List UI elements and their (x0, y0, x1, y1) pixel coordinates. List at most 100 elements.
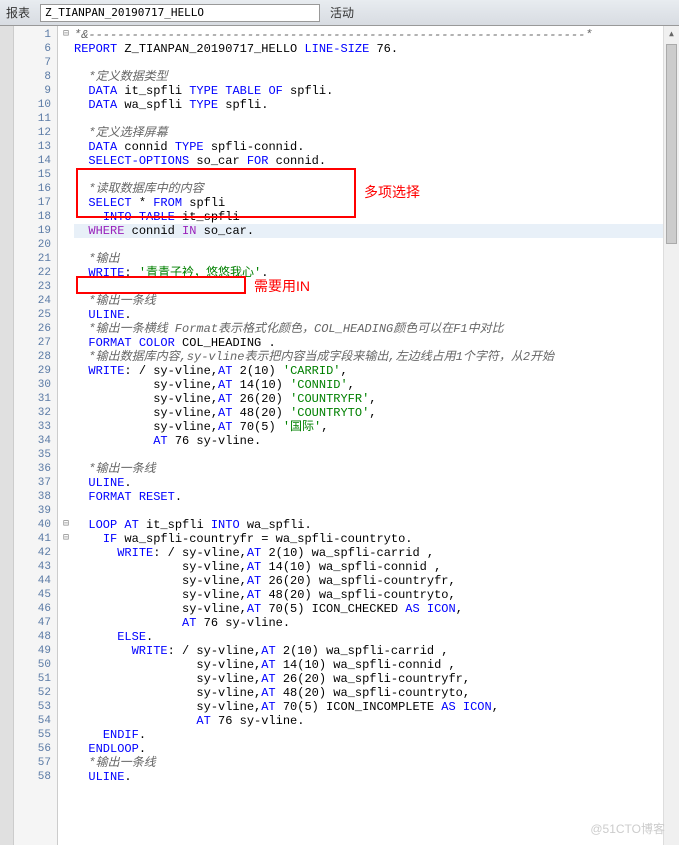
code-line[interactable]: ULINE. (74, 308, 679, 322)
code-line[interactable]: WHERE connid IN so_car. (74, 224, 679, 238)
fold-toggle[interactable]: ⊟ (58, 532, 74, 546)
code-line[interactable] (74, 280, 679, 294)
line-number: 56 (14, 742, 57, 756)
code-line[interactable] (74, 56, 679, 70)
code-line[interactable]: sy-vline,AT 70(5) ICON_INCOMPLETE AS ICO… (74, 700, 679, 714)
code-line[interactable]: sy-vline,AT 26(20) wa_spfli-countryfr, (74, 672, 679, 686)
code-line[interactable] (74, 168, 679, 182)
line-number: 7 (14, 56, 57, 70)
line-number: 44 (14, 574, 57, 588)
scroll-thumb[interactable] (666, 44, 677, 244)
fold-toggle (58, 140, 74, 154)
code-line[interactable]: SELECT-OPTIONS so_car FOR connid. (74, 154, 679, 168)
code-line[interactable]: ULINE. (74, 770, 679, 784)
code-line[interactable]: AT 76 sy-vline. (74, 616, 679, 630)
line-number: 45 (14, 588, 57, 602)
marker-gutter (0, 26, 14, 845)
code-line[interactable]: DATA it_spfli TYPE TABLE OF spfli. (74, 84, 679, 98)
code-line[interactable]: *输出一条线 (74, 462, 679, 476)
line-number: 51 (14, 672, 57, 686)
code-line[interactable] (74, 504, 679, 518)
code-line[interactable]: sy-vline,AT 48(20) wa_spfli-countryto, (74, 588, 679, 602)
code-line[interactable]: LOOP AT it_spfli INTO wa_spfli. (74, 518, 679, 532)
line-number: 6 (14, 42, 57, 56)
code-line[interactable]: DATA connid TYPE spfli-connid. (74, 140, 679, 154)
code-line[interactable]: sy-vline,AT 14(10) wa_spfli-connid , (74, 560, 679, 574)
line-number: 47 (14, 616, 57, 630)
fold-toggle (58, 476, 74, 490)
line-number: 41 (14, 532, 57, 546)
code-line[interactable]: *输出 (74, 252, 679, 266)
fold-toggle (58, 742, 74, 756)
code-line[interactable]: *输出一条横线 Format表示格式化颜色，COL_HEADING颜色可以在F1… (74, 322, 679, 336)
code-line[interactable]: REPORT Z_TIANPAN_20190717_HELLO LINE-SIZ… (74, 42, 679, 56)
line-number: 48 (14, 630, 57, 644)
code-line[interactable]: ULINE. (74, 476, 679, 490)
code-line[interactable]: INTO TABLE it_spfli (74, 210, 679, 224)
line-number: 50 (14, 658, 57, 672)
vertical-scrollbar[interactable]: ▴ (663, 26, 679, 845)
line-number: 35 (14, 448, 57, 462)
code-line[interactable]: sy-vline,AT 14(10) wa_spfli-connid , (74, 658, 679, 672)
fold-toggle[interactable]: ⊟ (58, 28, 74, 42)
line-number: 54 (14, 714, 57, 728)
code-line[interactable]: *定义选择屏幕 (74, 126, 679, 140)
code-line[interactable]: DATA wa_spfli TYPE spfli. (74, 98, 679, 112)
code-line[interactable]: WRITE: / sy-vline,AT 2(10) wa_spfli-carr… (74, 644, 679, 658)
code-line[interactable]: ENDLOOP. (74, 742, 679, 756)
code-line[interactable]: sy-vline,AT 70(5) ICON_CHECKED AS ICON, (74, 602, 679, 616)
code-area[interactable]: 多项选择 需要用IN *&---------------------------… (74, 26, 679, 845)
code-line[interactable]: FORMAT RESET. (74, 490, 679, 504)
fold-toggle (58, 322, 74, 336)
code-line[interactable]: WRITE: / sy-vline,AT 2(10) 'CARRID', (74, 364, 679, 378)
code-line[interactable]: sy-vline,AT 26(20) wa_spfli-countryfr, (74, 574, 679, 588)
code-line[interactable]: ELSE. (74, 630, 679, 644)
line-number: 24 (14, 294, 57, 308)
code-line[interactable]: ENDIF. (74, 728, 679, 742)
program-name-input[interactable] (40, 4, 320, 22)
line-number: 8 (14, 70, 57, 84)
fold-toggle (58, 560, 74, 574)
line-number: 12 (14, 126, 57, 140)
fold-toggle (58, 154, 74, 168)
line-number: 30 (14, 378, 57, 392)
code-line[interactable] (74, 238, 679, 252)
code-editor[interactable]: 1678910111213141516171819202122232425262… (0, 26, 679, 845)
code-line[interactable]: AT 76 sy-vline. (74, 714, 679, 728)
code-line[interactable]: *定义数据类型 (74, 70, 679, 84)
fold-toggle (58, 350, 74, 364)
code-line[interactable]: *输出一条线 (74, 294, 679, 308)
fold-toggle[interactable]: ⊟ (58, 518, 74, 532)
fold-toggle (58, 364, 74, 378)
line-number: 29 (14, 364, 57, 378)
code-line[interactable]: sy-vline,AT 48(20) 'COUNTRYTO', (74, 406, 679, 420)
line-number: 21 (14, 252, 57, 266)
code-line[interactable] (74, 112, 679, 126)
line-number-gutter: 1678910111213141516171819202122232425262… (14, 26, 58, 845)
code-line[interactable]: SELECT * FROM spfli (74, 196, 679, 210)
code-line[interactable] (74, 448, 679, 462)
fold-toggle (58, 210, 74, 224)
fold-toggle (58, 336, 74, 350)
scroll-up-icon[interactable]: ▴ (664, 26, 679, 42)
fold-toggle (58, 490, 74, 504)
fold-toggle (58, 770, 74, 784)
line-number: 37 (14, 476, 57, 490)
code-line[interactable]: FORMAT COLOR COL_HEADING . (74, 336, 679, 350)
code-line[interactable]: WRITE: '青青子衿，悠悠我心'. (74, 266, 679, 280)
fold-toggle (58, 728, 74, 742)
code-line[interactable]: WRITE: / sy-vline,AT 2(10) wa_spfli-carr… (74, 546, 679, 560)
line-number: 53 (14, 700, 57, 714)
code-line[interactable]: sy-vline,AT 14(10) 'CONNID', (74, 378, 679, 392)
code-line[interactable]: *输出数据库内容,sy-vline表示把内容当成字段来输出,左边线占用1个字符，… (74, 350, 679, 364)
fold-toggle (58, 196, 74, 210)
code-line[interactable]: *&--------------------------------------… (74, 28, 679, 42)
code-line[interactable]: IF wa_spfli-countryfr = wa_spfli-country… (74, 532, 679, 546)
code-line[interactable]: *读取数据库中的内容 (74, 182, 679, 196)
code-line[interactable]: AT 76 sy-vline. (74, 434, 679, 448)
line-number: 43 (14, 560, 57, 574)
code-line[interactable]: sy-vline,AT 48(20) wa_spfli-countryto, (74, 686, 679, 700)
code-line[interactable]: *输出一条线 (74, 756, 679, 770)
code-line[interactable]: sy-vline,AT 70(5) '国际', (74, 420, 679, 434)
code-line[interactable]: sy-vline,AT 26(20) 'COUNTRYFR', (74, 392, 679, 406)
